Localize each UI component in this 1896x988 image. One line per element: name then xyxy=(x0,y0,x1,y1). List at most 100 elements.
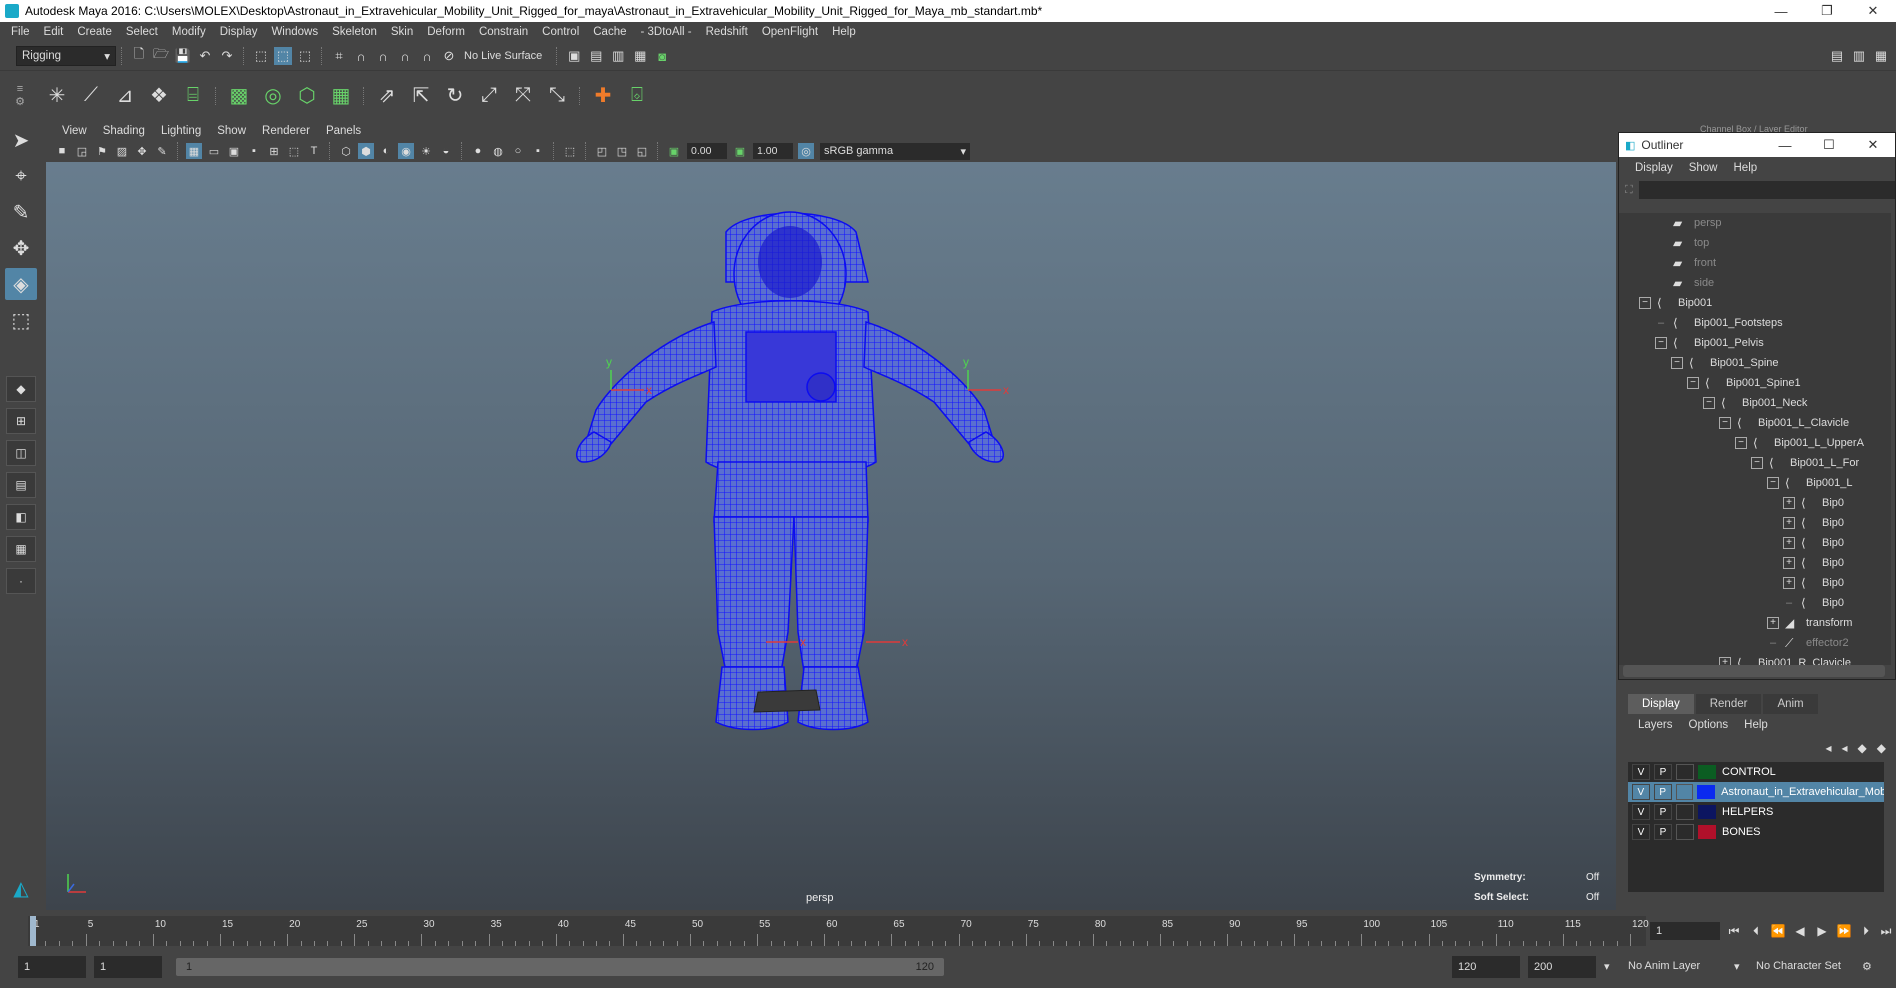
collapse-icon[interactable]: − xyxy=(1687,377,1699,389)
shelf-menu-icon[interactable]: ≡ xyxy=(17,83,23,95)
outliner-item[interactable]: − ⟨ Bip001_L_UpperA xyxy=(1619,433,1891,453)
ik-handle-icon[interactable]: ⟋ xyxy=(76,81,106,111)
panel-menu-lighting[interactable]: Lighting xyxy=(153,125,209,137)
menu-file[interactable]: File xyxy=(4,26,37,38)
snap-point-icon[interactable]: ∩ xyxy=(374,47,392,65)
tab-anim[interactable]: Anim xyxy=(1763,694,1818,714)
persp-viewport[interactable]: y x y x x x persp Symmetry: Off Soft Sel… xyxy=(46,162,1616,910)
view-transform-dropdown[interactable]: sRGB gamma ▾ xyxy=(820,142,970,160)
lattice-icon[interactable]: ▩ xyxy=(224,81,254,111)
select-hierarchy-icon[interactable]: ⬚ xyxy=(252,47,270,65)
outliner-close-button[interactable]: ✕ xyxy=(1851,137,1895,153)
outliner-item[interactable]: − ⟨ Bip001_L_For xyxy=(1619,453,1891,473)
menu-redshift[interactable]: Redshift xyxy=(699,26,755,38)
end-time-field[interactable]: 200 xyxy=(1528,956,1596,978)
snap-grid-icon[interactable]: ⌗ xyxy=(330,47,348,65)
lasso-tool-icon[interactable]: ⌖ xyxy=(5,160,37,192)
snap-view-icon[interactable]: ∩ xyxy=(396,47,414,65)
visibility-toggle[interactable]: V xyxy=(1632,784,1650,800)
gear-icon[interactable]: ⚙ xyxy=(15,95,25,108)
move-layer-up-icon[interactable]: ◂ xyxy=(1825,741,1831,755)
current-frame-marker[interactable] xyxy=(30,916,36,946)
outliner-item[interactable]: + ⟨ Bip0 xyxy=(1619,533,1891,553)
scale-constraint-icon[interactable]: ⤢ xyxy=(474,81,504,111)
outliner-item[interactable]: ▰ side xyxy=(1619,273,1891,293)
layer-row[interactable]: V P HELPERS xyxy=(1628,802,1884,822)
play-forwards-icon[interactable]: ▶ xyxy=(1812,922,1832,940)
isolate-select-icon[interactable]: ⬚ xyxy=(562,143,578,159)
panel-menu-show[interactable]: Show xyxy=(209,125,254,137)
time-slider-track[interactable]: 1 5 10 15 20 25 30 35 40 45 50 55 60 65 70 75 80 85 90 95 10… xyxy=(28,916,1649,946)
layer-color-swatch[interactable] xyxy=(1698,765,1716,779)
film-gate-icon[interactable]: ▭ xyxy=(206,143,222,159)
display-type-toggle[interactable] xyxy=(1676,824,1694,840)
outliner-item[interactable]: ▰ front xyxy=(1619,253,1891,273)
maya-home-icon[interactable]: ◭ xyxy=(5,872,37,904)
outliner-menu-display[interactable]: Display xyxy=(1627,162,1681,174)
menu-set-dropdown[interactable]: Rigging ▾ xyxy=(16,46,116,66)
layer-row[interactable]: V P BONES xyxy=(1628,822,1884,842)
shelf-tab-menu[interactable]: ≡ ⚙ xyxy=(0,71,40,121)
safe-title-icon[interactable]: T xyxy=(306,143,322,159)
layer-row[interactable]: V P CONTROL xyxy=(1628,762,1884,782)
collapse-icon[interactable]: − xyxy=(1639,297,1651,309)
set-driven-key-icon[interactable]: ⌺ xyxy=(622,81,652,111)
workspace-icon[interactable]: ▤ xyxy=(1828,47,1846,65)
visibility-toggle[interactable]: V xyxy=(1632,764,1650,780)
render-view-icon[interactable]: ▦ xyxy=(631,47,649,65)
live-surface-label[interactable]: No Live Surface xyxy=(464,50,542,62)
display-type-toggle[interactable] xyxy=(1676,804,1694,820)
start-time-field[interactable]: 1 xyxy=(18,956,86,978)
blend-shape-icon[interactable]: ▦ xyxy=(326,81,356,111)
outliner-menu-help[interactable]: Help xyxy=(1726,162,1766,174)
image-plane-icon[interactable]: ▨ xyxy=(114,143,130,159)
collapse-icon[interactable]: − xyxy=(1735,437,1747,449)
character-set-dropdown[interactable]: No Character Set xyxy=(1756,960,1841,972)
new-scene-icon[interactable]: 🗋 xyxy=(130,46,148,65)
render-settings-icon[interactable]: ▣ xyxy=(565,47,583,65)
play-backwards-icon[interactable]: ◀ xyxy=(1790,922,1810,940)
tab-display[interactable]: Display xyxy=(1628,694,1694,714)
step-back-key-icon[interactable]: ⏪ xyxy=(1768,922,1788,940)
two-pane-layout-icon[interactable]: ◫ xyxy=(6,440,36,466)
expand-icon[interactable]: + xyxy=(1783,517,1795,529)
menu-skeleton[interactable]: Skeleton xyxy=(325,26,384,38)
menu-windows[interactable]: Windows xyxy=(264,26,325,38)
select-object-icon[interactable]: ⬚ xyxy=(274,47,292,65)
outliner-item[interactable]: + ⟨ Bip0 xyxy=(1619,493,1891,513)
field-chart-icon[interactable]: ⊞ xyxy=(266,143,282,159)
new-layer-from-selection-icon[interactable]: ◆ xyxy=(1877,741,1886,755)
outliner-item[interactable]: + ◢ transform xyxy=(1619,613,1891,633)
ipr-render-icon[interactable]: ▥ xyxy=(609,47,627,65)
outliner-item[interactable]: – ⟨ Bip001_Footsteps xyxy=(1619,313,1891,333)
grease-pencil-icon[interactable]: ✎ xyxy=(154,143,170,159)
step-back-frame-icon[interactable]: ⏴ xyxy=(1746,922,1766,940)
outliner-item[interactable]: − ⟨ Bip001_L xyxy=(1619,473,1891,493)
visibility-toggle[interactable]: V xyxy=(1632,824,1650,840)
move-tool-icon[interactable]: ✥ xyxy=(5,232,37,264)
layer-menu-layers[interactable]: Layers xyxy=(1630,719,1681,731)
rotate-tool-icon[interactable]: ◈ xyxy=(5,268,37,300)
make-live-icon[interactable]: ⊘ xyxy=(440,47,458,65)
outliner-item[interactable]: ▰ top xyxy=(1619,233,1891,253)
orient-constraint-icon[interactable]: ↻ xyxy=(440,81,470,111)
bookmark-icon[interactable]: ⚑ xyxy=(94,143,110,159)
expand-icon[interactable]: + xyxy=(1783,497,1795,509)
layer-menu-help[interactable]: Help xyxy=(1736,719,1776,731)
outliner-item[interactable]: − ⟨ Bip001 xyxy=(1619,293,1891,313)
channel-box-toggle-icon[interactable]: ▦ xyxy=(1872,47,1890,65)
outliner-maximize-button[interactable]: ☐ xyxy=(1807,137,1851,153)
graph-persp-layout-icon[interactable]: ◧ xyxy=(6,504,36,530)
layer-color-swatch[interactable] xyxy=(1698,805,1716,819)
outliner-item[interactable]: − ⟨ Bip001_Pelvis xyxy=(1619,333,1891,353)
safe-action-icon[interactable]: ⬚ xyxy=(286,143,302,159)
menu-select[interactable]: Select xyxy=(119,26,165,38)
outliner-item[interactable]: – ⟋ effector2 xyxy=(1619,633,1891,653)
collapse-icon[interactable]: − xyxy=(1719,417,1731,429)
step-forward-frame-icon[interactable]: ⏵ xyxy=(1856,922,1876,940)
undo-icon[interactable]: ↶ xyxy=(196,47,214,65)
scale-tool-icon[interactable]: ⬚ xyxy=(5,304,37,336)
collapse-icon[interactable]: − xyxy=(1655,337,1667,349)
close-button[interactable]: ✕ xyxy=(1850,0,1896,22)
preferences-icon[interactable]: ⚙ xyxy=(1862,960,1872,973)
